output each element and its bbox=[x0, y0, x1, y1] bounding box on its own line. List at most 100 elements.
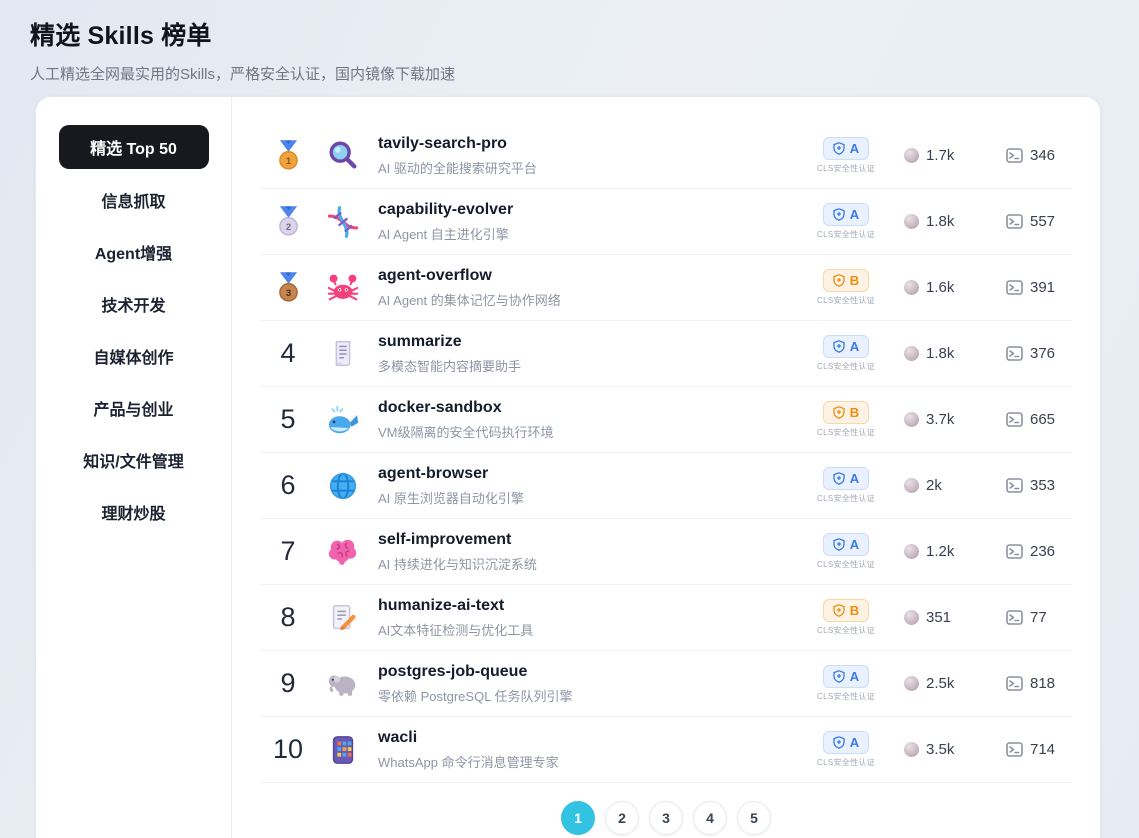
skill-subtitle: 多模态智能内容摘要助手 bbox=[378, 356, 521, 375]
moon-icon bbox=[904, 412, 919, 427]
rank-cell: 2 bbox=[260, 206, 316, 238]
sidebar-item-agent-enhance[interactable]: Agent增强 bbox=[36, 226, 231, 278]
sidebar-item-featured-top50[interactable]: 精选 Top 50 bbox=[59, 125, 209, 169]
crab-icon bbox=[322, 271, 364, 305]
terminal-icon bbox=[1006, 346, 1023, 361]
security-grade-badge: A bbox=[823, 467, 869, 490]
page-button-2[interactable]: 2 bbox=[605, 801, 639, 835]
page-button-4[interactable]: 4 bbox=[693, 801, 727, 835]
badge-caption: CLS安全性认证 bbox=[817, 361, 875, 372]
sidebar-item-finance[interactable]: 理财炒股 bbox=[36, 486, 231, 538]
sidebar-item-tech-dev[interactable]: 技术开发 bbox=[36, 278, 231, 330]
badge-caption: CLS安全性认证 bbox=[817, 691, 875, 702]
table-row[interactable]: 9 postgres-job-queue 零依赖 PostgreSQL 任务队列… bbox=[260, 651, 1072, 717]
moon-icon bbox=[904, 214, 919, 229]
moon-stat: 2.5k bbox=[904, 675, 992, 692]
moon-stat: 1.2k bbox=[904, 543, 992, 560]
skill-subtitle: AI 原生浏览器自动化引擎 bbox=[378, 488, 524, 507]
shield-plus-icon bbox=[833, 736, 845, 749]
leaderboard-card: 精选 Top 50 信息抓取 Agent增强 技术开发 自媒体创作 产品与创业 … bbox=[35, 96, 1101, 838]
skill-texts: agent-overflow AI Agent 的集体记忆与协作网络 bbox=[378, 267, 561, 309]
moon-count: 1.8k bbox=[926, 213, 954, 230]
table-row[interactable]: 5 docker-sandbox VM级隔离的安全代码执行环境 B CLS安全性… bbox=[260, 387, 1072, 453]
table-row[interactable]: 6 agent-browser AI 原生浏览器自动化引擎 A CLS安全性认证… bbox=[260, 453, 1072, 519]
sidebar-item-product-startup[interactable]: 产品与创业 bbox=[36, 382, 231, 434]
moon-count: 2.5k bbox=[926, 675, 954, 692]
security-badge-block: A CLS安全性认证 bbox=[808, 533, 884, 570]
bronze-medal-icon: 3 bbox=[277, 272, 300, 304]
moon-count: 1.7k bbox=[926, 147, 954, 164]
table-row[interactable]: 10 wacli WhatsApp 命令行消息管理专家 A CLS安全性认证 3… bbox=[260, 717, 1072, 783]
grade-letter: A bbox=[850, 472, 859, 485]
rank-cell: 5 bbox=[260, 404, 316, 435]
skill-title[interactable]: summarize bbox=[378, 333, 521, 351]
skill-title[interactable]: wacli bbox=[378, 729, 559, 747]
moon-icon bbox=[904, 676, 919, 691]
skill-title[interactable]: docker-sandbox bbox=[378, 399, 554, 417]
category-sidebar: 精选 Top 50 信息抓取 Agent增强 技术开发 自媒体创作 产品与创业 … bbox=[36, 97, 232, 838]
rank-number: 4 bbox=[280, 338, 295, 369]
badge-caption: CLS安全性认证 bbox=[817, 295, 875, 306]
memo-icon bbox=[322, 601, 364, 635]
security-badge-block: A CLS安全性认证 bbox=[808, 467, 884, 504]
rank-cell: 6 bbox=[260, 470, 316, 501]
grade-letter: A bbox=[850, 670, 859, 683]
terminal-stat: 391 bbox=[1006, 279, 1072, 296]
table-row[interactable]: 2 capability-evolver AI Agent 自主进化引擎 A C… bbox=[260, 189, 1072, 255]
rank-cell: 10 bbox=[260, 734, 316, 765]
page-title: 精选 Skills 榜单 bbox=[30, 16, 1139, 52]
moon-icon bbox=[904, 280, 919, 295]
grade-letter: A bbox=[850, 340, 859, 353]
terminal-icon bbox=[1006, 544, 1023, 559]
terminal-icon bbox=[1006, 412, 1023, 427]
skill-title[interactable]: postgres-job-queue bbox=[378, 663, 573, 681]
moon-stat: 1.7k bbox=[904, 147, 992, 164]
shield-plus-icon bbox=[833, 538, 845, 551]
sidebar-item-knowledge-files[interactable]: 知识/文件管理 bbox=[36, 434, 231, 486]
terminal-count: 236 bbox=[1030, 543, 1055, 560]
table-row[interactable]: 3 agent-overflow AI Agent 的集体记忆与协作网络 B C… bbox=[260, 255, 1072, 321]
terminal-icon bbox=[1006, 280, 1023, 295]
dna-icon bbox=[322, 205, 364, 239]
skill-title[interactable]: tavily-search-pro bbox=[378, 135, 537, 153]
page-button-3[interactable]: 3 bbox=[649, 801, 683, 835]
rank-number: 8 bbox=[280, 602, 295, 633]
skill-subtitle: WhatsApp 命令行消息管理专家 bbox=[378, 752, 559, 771]
skill-title[interactable]: self-improvement bbox=[378, 531, 537, 549]
moon-count: 2k bbox=[926, 477, 942, 494]
skill-title[interactable]: agent-overflow bbox=[378, 267, 561, 285]
sidebar-item-media-creation[interactable]: 自媒体创作 bbox=[36, 330, 231, 382]
shield-plus-icon bbox=[833, 340, 845, 353]
terminal-count: 77 bbox=[1030, 609, 1047, 626]
rank-number: 7 bbox=[280, 536, 295, 567]
table-row[interactable]: 8 humanize-ai-text AI文本特征检测与优化工具 B CLS安全… bbox=[260, 585, 1072, 651]
grade-letter: B bbox=[850, 604, 859, 617]
skills-list: 1 tavily-search-pro AI 驱动的全能搜索研究平台 A CLS… bbox=[232, 97, 1100, 838]
grade-letter: B bbox=[850, 274, 859, 287]
page-button-5[interactable]: 5 bbox=[737, 801, 771, 835]
svg-text:2: 2 bbox=[285, 221, 290, 232]
page-subtitle: 人工精选全网最实用的Skills，严格安全认证，国内镜像下载加速 bbox=[30, 63, 1139, 84]
table-row[interactable]: 7 self-improvement AI 持续进化与知识沉淀系统 A CLS安… bbox=[260, 519, 1072, 585]
terminal-stat: 818 bbox=[1006, 675, 1072, 692]
grade-letter: A bbox=[850, 538, 859, 551]
moon-count: 1.8k bbox=[926, 345, 954, 362]
rank-number: 9 bbox=[280, 668, 295, 699]
security-badge-block: A CLS安全性认证 bbox=[808, 665, 884, 702]
page-button-1[interactable]: 1 bbox=[561, 801, 595, 835]
moon-icon bbox=[904, 148, 919, 163]
table-row[interactable]: 1 tavily-search-pro AI 驱动的全能搜索研究平台 A CLS… bbox=[260, 123, 1072, 189]
skill-title[interactable]: capability-evolver bbox=[378, 201, 513, 219]
security-grade-badge: A bbox=[823, 335, 869, 358]
table-row[interactable]: 4 summarize 多模态智能内容摘要助手 A CLS安全性认证 1.8k … bbox=[260, 321, 1072, 387]
security-grade-badge: A bbox=[823, 137, 869, 160]
rank-cell: 9 bbox=[260, 668, 316, 699]
receipt-icon bbox=[322, 337, 364, 371]
security-grade-badge: A bbox=[823, 731, 869, 754]
grade-letter: A bbox=[850, 208, 859, 221]
terminal-count: 665 bbox=[1030, 411, 1055, 428]
sidebar-item-info-scraping[interactable]: 信息抓取 bbox=[36, 174, 231, 226]
skill-title[interactable]: agent-browser bbox=[378, 465, 524, 483]
skill-title[interactable]: humanize-ai-text bbox=[378, 597, 533, 615]
rank-cell: 1 bbox=[260, 140, 316, 172]
